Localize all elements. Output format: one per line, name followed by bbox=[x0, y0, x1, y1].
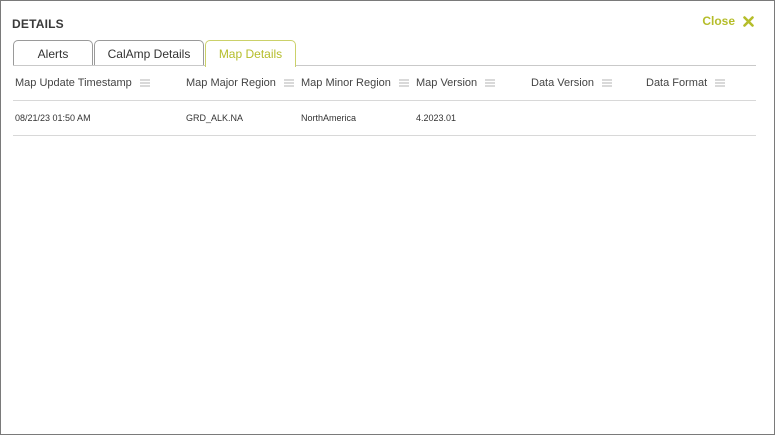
panel-title: DETAILS bbox=[12, 17, 64, 31]
table-header-row: Map Update Timestamp Map Major Region Ma… bbox=[13, 66, 756, 101]
column-menu-icon[interactable] bbox=[485, 79, 496, 87]
column-menu-icon[interactable] bbox=[283, 79, 294, 87]
close-button[interactable]: Close bbox=[702, 14, 754, 28]
column-header-label: Data Version bbox=[531, 77, 594, 89]
tab-label: Map Details bbox=[218, 47, 283, 61]
column-header-label: Map Major Region bbox=[186, 77, 276, 89]
column-header-label: Data Format bbox=[646, 77, 708, 89]
column-header-label: Map Version bbox=[416, 77, 478, 89]
cell-map-version: 4.2023.01 bbox=[416, 113, 457, 123]
tab-label: Alerts bbox=[37, 46, 69, 61]
close-x-icon bbox=[743, 15, 754, 27]
column-header-label: Map Minor Region bbox=[301, 77, 391, 89]
map-details-table: Map Update Timestamp Map Major Region Ma… bbox=[13, 66, 756, 136]
tab-label: CalAmp Details bbox=[107, 46, 191, 61]
column-menu-icon[interactable] bbox=[398, 79, 409, 87]
cell-map-major-region: GRD_ALK.NA bbox=[186, 113, 244, 123]
table-row[interactable]: 08/21/23 01:50 AM GRD_ALK.NA NorthAmeric… bbox=[13, 101, 756, 136]
cell-map-minor-region: NorthAmerica bbox=[301, 113, 357, 123]
column-header-map-minor-region[interactable]: Map Minor Region bbox=[301, 66, 409, 100]
tab-alerts[interactable]: Alerts bbox=[13, 40, 93, 66]
cell-map-update-timestamp: 08/21/23 01:50 AM bbox=[15, 113, 91, 123]
column-header-data-version[interactable]: Data Version bbox=[531, 66, 612, 100]
column-header-label: Map Update Timestamp bbox=[15, 77, 132, 89]
column-header-data-format[interactable]: Data Format bbox=[646, 66, 726, 100]
column-header-map-version[interactable]: Map Version bbox=[416, 66, 496, 100]
column-header-map-major-region[interactable]: Map Major Region bbox=[186, 66, 294, 100]
column-menu-icon[interactable] bbox=[139, 79, 150, 87]
tab-bar: Alerts CalAmp Details Map Details bbox=[13, 40, 756, 67]
tab-calamp-details[interactable]: CalAmp Details bbox=[94, 40, 204, 66]
tab-map-details[interactable]: Map Details bbox=[205, 40, 296, 67]
column-menu-icon[interactable] bbox=[715, 79, 726, 87]
column-menu-icon[interactable] bbox=[601, 79, 612, 87]
close-label: Close bbox=[702, 14, 735, 28]
details-panel: DETAILS Close Alerts CalAmp Details Map … bbox=[0, 0, 775, 435]
column-header-map-update-timestamp[interactable]: Map Update Timestamp bbox=[15, 66, 150, 100]
